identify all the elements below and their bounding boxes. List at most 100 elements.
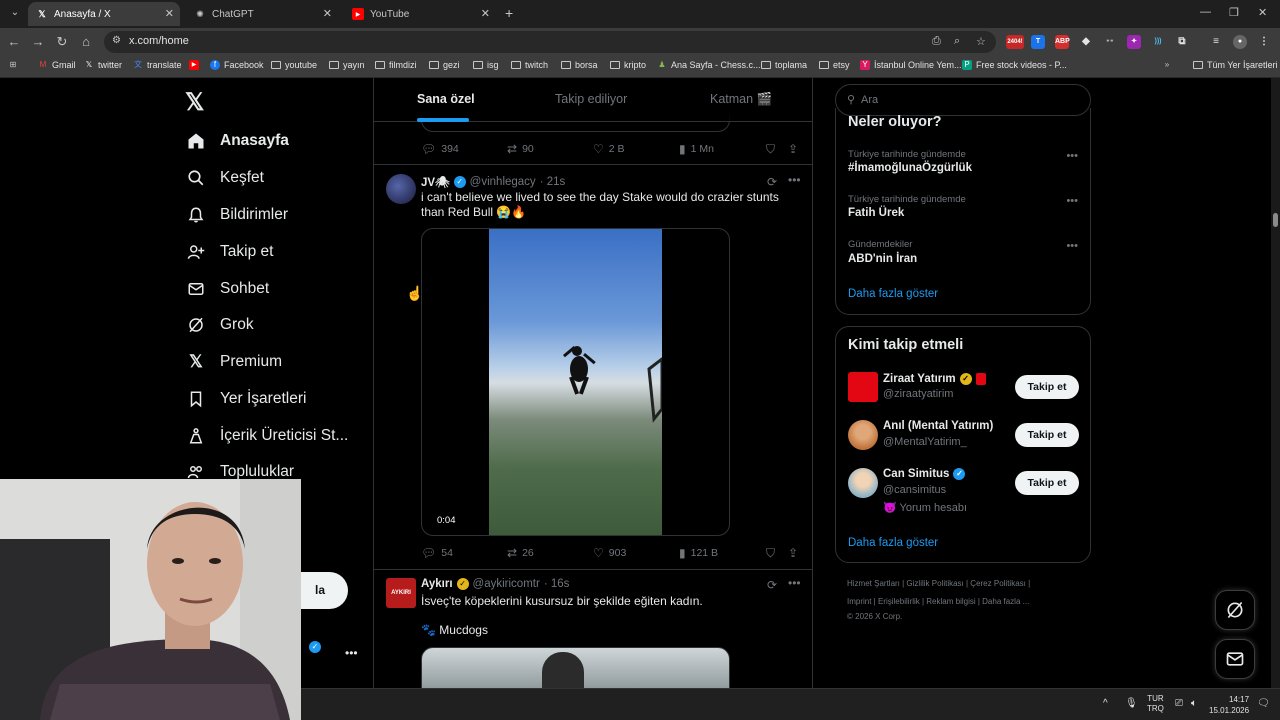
close-window-button[interactable]: ✕ bbox=[1258, 6, 1267, 19]
extension-badge-icon[interactable]: 2404! bbox=[1006, 35, 1024, 49]
bookmark-folder-yayin[interactable]: yayın bbox=[329, 60, 365, 70]
tab-x-home[interactable]: 𝕏 Anasayfa / X ✕ bbox=[28, 2, 180, 26]
tab-for-you[interactable]: Sana özel bbox=[417, 92, 475, 106]
more-icon[interactable]: ••• bbox=[1066, 240, 1078, 252]
bookmark-folder-etsy[interactable]: etsy bbox=[819, 60, 850, 70]
bookmark-pexels[interactable]: P Free stock videos - P... bbox=[962, 60, 1067, 70]
bookmark-folder-toplama[interactable]: toplama bbox=[761, 60, 807, 70]
timestamp[interactable]: · 21s bbox=[540, 176, 566, 188]
grok-icon[interactable]: ⟳ bbox=[767, 175, 777, 189]
all-bookmarks-folder[interactable]: Tüm Yer İşaretleri bbox=[1193, 60, 1278, 70]
repost-button[interactable]: ⇄ 90 bbox=[507, 142, 534, 156]
bookmark-folder-filmdizi[interactable]: filmdizi bbox=[375, 60, 417, 70]
like-button[interactable]: ♡ 903 bbox=[593, 546, 626, 560]
volume-icon[interactable]: 🔈︎ bbox=[1191, 698, 1197, 709]
views-button[interactable]: ▮ 121 B bbox=[679, 546, 718, 560]
tab-layer[interactable]: Katman 🎬 bbox=[710, 92, 772, 107]
bookmark-chess[interactable]: ♟ Ana Sayfa - Chess.c... bbox=[657, 60, 760, 70]
share-button[interactable]: ⇪ bbox=[788, 546, 803, 560]
author-name[interactable]: JV🕷 bbox=[421, 175, 450, 189]
tab-search-button[interactable]: ⌄ bbox=[6, 4, 24, 22]
nav-home[interactable]: Anasayfa bbox=[186, 127, 289, 155]
apps-grid-icon[interactable]: ⊞ bbox=[8, 60, 22, 70]
forward-button[interactable]: → bbox=[30, 34, 46, 49]
bookmark-folder-gezi[interactable]: gezi bbox=[429, 60, 460, 70]
close-icon[interactable]: ✕ bbox=[481, 7, 490, 20]
microphone-icon[interactable]: 🎙︎ bbox=[1125, 698, 1138, 709]
nav-follow[interactable]: Takip et bbox=[186, 238, 273, 266]
home-button[interactable]: ⌂ bbox=[78, 34, 94, 49]
tab-following[interactable]: Takip ediliyor bbox=[555, 92, 627, 106]
avatar[interactable] bbox=[848, 468, 878, 498]
close-icon[interactable]: ✕ bbox=[165, 7, 174, 20]
bookmark-twitter[interactable]: 𝕏twitter bbox=[84, 60, 122, 70]
bookmark-youtube-icon[interactable]: ▶ bbox=[189, 60, 203, 70]
network-icon[interactable]: ⎚ bbox=[1175, 698, 1183, 709]
site-info-icon[interactable]: ⚙ bbox=[112, 35, 121, 46]
close-icon[interactable]: ✕ bbox=[323, 7, 332, 20]
more-icon[interactable]: ••• bbox=[788, 576, 801, 590]
follow-button[interactable]: Takip et bbox=[1015, 423, 1079, 447]
like-button[interactable]: ♡ 2 B bbox=[593, 142, 625, 156]
video-player[interactable]: 0:04 bbox=[421, 228, 730, 536]
messages-fab-button[interactable] bbox=[1215, 639, 1255, 679]
follow-button[interactable]: Takip et bbox=[1015, 471, 1079, 495]
bookmarks-overflow-icon[interactable]: » bbox=[1162, 60, 1176, 70]
author-handle[interactable]: @vinhlegacy bbox=[470, 176, 536, 188]
tweet-image[interactable] bbox=[421, 647, 730, 688]
scrollbar-thumb[interactable] bbox=[1273, 213, 1278, 227]
bookmark-istanbul[interactable]: Y İstanbul Online Yem... bbox=[860, 60, 962, 70]
more-icon[interactable]: ••• bbox=[1066, 150, 1078, 162]
who-to-follow-show-more-link[interactable]: Daha fazla göster bbox=[848, 537, 938, 549]
adblock-extension-icon[interactable]: ABP bbox=[1055, 35, 1070, 49]
nav-grok[interactable]: Grok bbox=[186, 311, 254, 339]
input-language[interactable]: TUR TRQ bbox=[1147, 694, 1164, 714]
nav-premium[interactable]: 𝕏 Premium bbox=[186, 348, 282, 376]
install-icon[interactable]: ⎙ bbox=[932, 35, 941, 48]
zoom-icon[interactable]: ⌕ bbox=[954, 35, 960, 48]
bookmark-facebook[interactable]: f Facebook bbox=[210, 60, 264, 70]
avatar[interactable] bbox=[848, 420, 878, 450]
bookmark-gmail[interactable]: M Gmail bbox=[38, 60, 76, 70]
reply-button[interactable]: 💬︎ 394 bbox=[421, 142, 459, 156]
nav-creator-studio[interactable]: İçerik Üreticisi St... bbox=[186, 422, 348, 450]
bookmark-folder-kripto[interactable]: kripto bbox=[610, 60, 646, 70]
bookmark-folder-twitch[interactable]: twitch bbox=[511, 60, 548, 70]
avatar[interactable]: AYKIRI bbox=[386, 578, 416, 608]
timestamp[interactable]: · 16s bbox=[544, 578, 570, 590]
purple-extension-icon[interactable]: ✦ bbox=[1127, 35, 1141, 49]
menu-kebab-icon[interactable]: ⋮ bbox=[1257, 35, 1271, 49]
follow-button[interactable]: Takip et bbox=[1015, 375, 1079, 399]
grok-fab-button[interactable] bbox=[1215, 590, 1255, 630]
nav-explore[interactable]: Keşfet bbox=[186, 164, 264, 192]
tab-chatgpt[interactable]: ✺ ChatGPT ✕ bbox=[186, 2, 338, 26]
footer-links-row-2[interactable]: Imprint | Erişilebilirlik | Reklam bilgi… bbox=[847, 597, 1029, 606]
more-icon[interactable]: ••• bbox=[788, 173, 801, 187]
clock[interactable]: 14:17 15.01.2026 bbox=[1209, 694, 1249, 716]
media-control-icon[interactable]: ≡ bbox=[1209, 35, 1223, 49]
nav-bookmarks[interactable]: Yer İşaretleri bbox=[186, 385, 306, 413]
translate-extension-icon[interactable]: T bbox=[1031, 35, 1045, 49]
page-scrollbar[interactable] bbox=[1271, 78, 1280, 688]
back-button[interactable]: ← bbox=[6, 34, 22, 49]
bookmark-tweet-button[interactable]: ⛉ bbox=[766, 142, 780, 157]
author-handle[interactable]: @aykiricomtr bbox=[473, 578, 540, 590]
tab-youtube[interactable]: ▶ YouTube ✕ bbox=[344, 2, 496, 26]
reply-button[interactable]: 💬︎ 54 bbox=[421, 546, 453, 560]
footer-links-row-1[interactable]: Hizmet Şartları | Gizlilik Politikası | … bbox=[847, 579, 1030, 588]
bookmark-folder-isg[interactable]: isg bbox=[473, 60, 499, 70]
bookmark-folder-borsa[interactable]: borsa bbox=[561, 60, 598, 70]
more-icon[interactable]: ••• bbox=[1066, 195, 1078, 207]
bookmark-folder-youtube[interactable]: youtube bbox=[271, 60, 317, 70]
grok-icon[interactable]: ⟳ bbox=[767, 578, 777, 592]
avatar[interactable] bbox=[386, 174, 416, 204]
extensions-puzzle-icon[interactable]: ⧉ bbox=[1175, 35, 1189, 49]
share-button[interactable]: ⇪ bbox=[788, 142, 803, 156]
star-icon[interactable]: ☆ bbox=[976, 35, 986, 48]
bookmark-translate[interactable]: 文 translate bbox=[133, 60, 182, 70]
account-more-icon[interactable]: ••• bbox=[345, 646, 358, 660]
author-name[interactable]: Aykırı bbox=[421, 578, 453, 590]
nav-messages[interactable]: Sohbet bbox=[186, 275, 269, 303]
views-button[interactable]: ▮ 1 Mn bbox=[679, 142, 714, 156]
address-bar[interactable]: ⚙ x.com/home ⎙ ⌕ ☆ bbox=[104, 31, 996, 53]
